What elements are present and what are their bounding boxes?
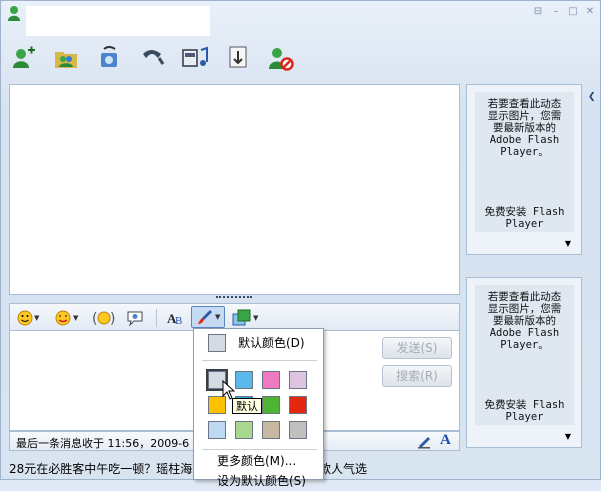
ad-line: 若要查看此动态 — [487, 291, 562, 303]
ad-line: 要最新版本的 — [493, 122, 556, 134]
svg-text:B: B — [175, 315, 182, 327]
color-swatch[interactable] — [262, 396, 280, 414]
color-brush-icon[interactable]: ▼ — [191, 306, 225, 328]
pen-icon[interactable] — [416, 433, 432, 449]
default-color-swatch — [208, 334, 226, 352]
send-button[interactable]: 发送(S) — [382, 337, 452, 359]
animated-face-icon[interactable]: ▼ — [54, 308, 78, 328]
default-color-option[interactable]: 默认颜色(D) — [194, 333, 325, 353]
color-swatch[interactable] — [262, 421, 280, 439]
color-swatch[interactable] — [235, 421, 253, 439]
color-swatch[interactable] — [208, 421, 226, 439]
search-button[interactable]: 搜索(R) — [382, 365, 452, 387]
ad-dropdown-arrow[interactable]: ▼ — [565, 432, 571, 441]
window-title-area — [26, 6, 210, 36]
last-message-time: 最后一条消息收于 11:56，2009-6 — [16, 437, 190, 450]
ad-line: 要最新版本的 — [493, 315, 556, 327]
music-icon[interactable] — [180, 44, 210, 72]
flash-placeholder: 若要查看此动态 显示图片，您需 要最新版本的 Adobe Flash Playe… — [475, 92, 574, 232]
install-flash-link[interactable]: 免费安装 Flash Player — [475, 399, 574, 423]
ticker-text-left[interactable]: 28元在必胜客中午吃一顿？瑶柱海 — [9, 462, 192, 476]
ad-line: 若要查看此动态 — [487, 98, 562, 110]
pane-splitter[interactable] — [216, 296, 252, 300]
send-file-icon[interactable] — [223, 44, 253, 72]
restore-down-icon[interactable]: ⊟ — [531, 6, 545, 18]
message-history-area[interactable] — [9, 84, 460, 295]
install-flash-link[interactable]: 免费安装 Flash Player — [475, 206, 574, 230]
toolbar-separator — [156, 309, 157, 327]
ad-dropdown-arrow[interactable]: ▼ — [565, 239, 571, 248]
ad-panel-top: 若要查看此动态 显示图片，您需 要最新版本的 Adobe Flash Playe… — [466, 84, 582, 255]
svg-text:): ) — [110, 311, 115, 327]
ad-panel-bottom: 若要查看此动态 显示图片，您需 要最新版本的 Adobe Flash Playe… — [466, 277, 582, 448]
block-contact-icon[interactable] — [266, 44, 296, 72]
background-icon[interactable]: ▼ — [232, 308, 258, 328]
ad-line: 显示图片，您需 — [487, 110, 562, 122]
color-swatch[interactable] — [289, 421, 307, 439]
more-colors-option[interactable]: 更多颜色(M)... — [194, 451, 325, 471]
nudge-icon[interactable]: () — [92, 308, 116, 328]
ad-line: Adobe Flash — [489, 327, 560, 339]
ad-line: Player。 — [500, 146, 549, 158]
color-swatch[interactable] — [289, 371, 307, 389]
voice-call-icon[interactable] — [137, 44, 167, 72]
flash-placeholder: 若要查看此动态 显示图片，您需 要最新版本的 Adobe Flash Playe… — [475, 285, 574, 425]
maximize-icon[interactable]: □ — [566, 6, 580, 18]
emoticon-icon[interactable]: ▼ — [17, 308, 39, 328]
collapse-side-arrow[interactable]: ❮ — [588, 92, 599, 104]
app-icon — [6, 5, 22, 21]
set-default-color-option[interactable]: 设为默认颜色(S) — [194, 471, 325, 491]
speech-icon[interactable] — [126, 308, 144, 328]
ad-line: 显示图片，您需 — [487, 303, 562, 315]
video-call-icon[interactable] — [94, 44, 124, 72]
color-swatch[interactable] — [262, 371, 280, 389]
mouse-cursor-icon — [222, 379, 236, 400]
group-icon[interactable] — [51, 44, 81, 72]
font-icon[interactable]: AB — [166, 308, 186, 328]
input-format-toolbar: ▼ ▼ () AB ▼ ▼ — [9, 303, 460, 331]
svg-text:(: ( — [92, 311, 97, 327]
ad-line: Player。 — [500, 339, 549, 351]
menu-separator — [202, 360, 317, 361]
close-icon[interactable]: ✕ — [583, 6, 597, 18]
add-contact-icon[interactable] — [9, 44, 39, 72]
color-swatch[interactable] — [289, 396, 307, 414]
minimize-icon[interactable]: – — [549, 6, 563, 18]
color-swatch[interactable] — [235, 371, 253, 389]
ad-line: Adobe Flash — [489, 134, 560, 146]
font-a-icon[interactable]: A — [440, 432, 451, 449]
menu-separator — [202, 449, 317, 450]
swatch-tooltip: 默认 — [232, 398, 262, 414]
